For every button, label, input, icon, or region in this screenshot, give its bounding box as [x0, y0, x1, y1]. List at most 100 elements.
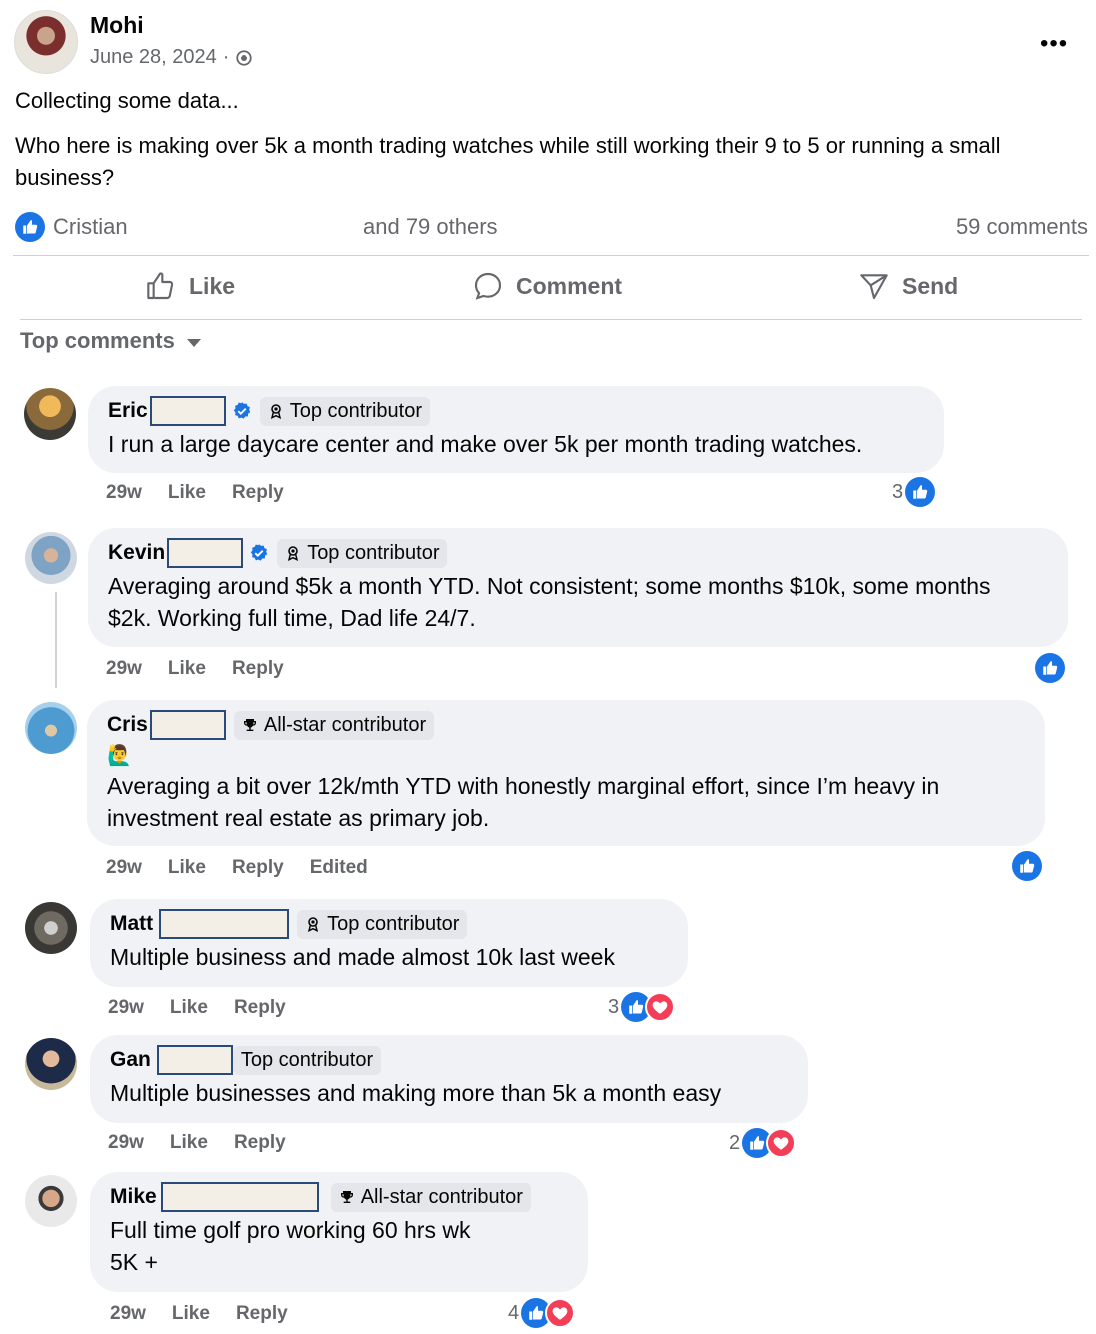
- comment-edited-label[interactable]: Edited: [310, 857, 368, 879]
- meta-separator: ·: [222, 46, 230, 68]
- comment-like-button[interactable]: Like: [168, 857, 206, 879]
- like-label: Like: [189, 272, 236, 299]
- comment-header: Gan Top contributor: [110, 1045, 788, 1075]
- verified-badge-icon: [233, 402, 250, 419]
- comment-like-button[interactable]: Like: [170, 1132, 208, 1154]
- comment-time[interactable]: 29w: [108, 1132, 144, 1154]
- comment-time[interactable]: 29w: [106, 482, 142, 504]
- comment-like-button[interactable]: Like: [170, 997, 208, 1019]
- comment-like-button[interactable]: Like: [168, 658, 206, 680]
- comment-actions: 29w Like Reply: [106, 658, 284, 680]
- comment-time[interactable]: 29w: [108, 997, 144, 1019]
- post-meta: June 28, 2024 ·: [90, 46, 253, 69]
- comment-text-line2: 5K +: [110, 1249, 158, 1275]
- contributor-badge[interactable]: All-star contributor: [233, 710, 435, 740]
- comment-actions: 29w Like Reply: [108, 1132, 286, 1154]
- commenter-avatar[interactable]: [25, 1175, 77, 1227]
- contributor-badge[interactable]: All-star contributor: [330, 1182, 531, 1212]
- comment-text: Multiple businesses and making more than…: [110, 1080, 722, 1106]
- comment-bubble: Kevin Top contributor Averaging around $…: [88, 528, 1068, 647]
- redacted-surname: [160, 1182, 319, 1212]
- comment-time[interactable]: 29w: [110, 1303, 146, 1325]
- ribbon-icon: [285, 545, 301, 561]
- redacted-surname: [159, 909, 290, 939]
- reactions-summary[interactable]: Cristian: [15, 212, 128, 242]
- commenter-name[interactable]: Matt: [110, 912, 153, 936]
- send-button[interactable]: Send: [858, 270, 958, 302]
- comment-reactions[interactable]: 4: [508, 1298, 576, 1328]
- comment-sort-dropdown[interactable]: Top comments: [20, 328, 201, 354]
- commenter-name[interactable]: Kevin: [108, 541, 165, 565]
- author-avatar[interactable]: [14, 10, 78, 74]
- comment-time[interactable]: 29w: [106, 658, 142, 680]
- commenter-avatar[interactable]: [25, 702, 77, 754]
- commenter-avatar[interactable]: [25, 902, 77, 954]
- comments-count[interactable]: 59 comments: [956, 214, 1088, 240]
- comment-text: I run a large daycare center and make ov…: [108, 431, 863, 457]
- comment-like-button[interactable]: Like: [172, 1303, 210, 1325]
- redacted-surname: [149, 396, 226, 426]
- comment-reply-button[interactable]: Reply: [232, 857, 284, 879]
- commenter-avatar[interactable]: [25, 532, 77, 584]
- comment-reply-button[interactable]: Reply: [234, 997, 286, 1019]
- contributor-badge[interactable]: Top contributor: [232, 1045, 382, 1075]
- love-reaction-icon: [645, 992, 676, 1022]
- reactions-row: Cristian and 79 others 59 comments: [15, 212, 1088, 244]
- comment-reactions[interactable]: 2: [729, 1128, 797, 1158]
- badge-label: Top contributor: [289, 399, 422, 422]
- comment-reactions[interactable]: [1012, 851, 1042, 881]
- more-options-icon[interactable]: •••: [1040, 30, 1068, 58]
- commenter-avatar[interactable]: [25, 1038, 77, 1090]
- post-author[interactable]: Mohi: [90, 12, 144, 39]
- ribbon-icon: [305, 916, 321, 932]
- comment-reply-button[interactable]: Reply: [232, 658, 284, 680]
- like-reaction-icon: [1012, 851, 1042, 881]
- comment-header: Cris All-star contributor: [107, 710, 1025, 740]
- comment-actions: 29w Like Reply: [110, 1303, 288, 1325]
- reactor-name: Cristian: [53, 214, 128, 239]
- reactors-others[interactable]: and 79 others: [363, 214, 498, 240]
- trophy-icon: [339, 1189, 355, 1205]
- ribbon-icon: [268, 403, 284, 419]
- contributor-badge[interactable]: Top contributor: [259, 396, 430, 426]
- comment-header: Kevin Top contributor: [108, 538, 1048, 568]
- commenter-name[interactable]: Eric: [108, 399, 148, 423]
- comment-bubble: Eric Top contributor I run a large dayca…: [88, 386, 944, 473]
- commenter-name[interactable]: Cris: [107, 713, 148, 737]
- badge-label: All-star contributor: [263, 713, 427, 736]
- like-icon: [147, 272, 174, 300]
- audience-icon: [236, 49, 253, 66]
- comment-header: Mike All-star contributor: [110, 1182, 568, 1212]
- comment-reply-button[interactable]: Reply: [232, 482, 284, 504]
- badge-label: Top contributor: [307, 541, 440, 564]
- comment-time[interactable]: 29w: [106, 857, 142, 879]
- commenter-name[interactable]: Gan: [110, 1048, 151, 1072]
- trophy-icon: [242, 717, 258, 733]
- like-reaction-icon: [905, 477, 936, 507]
- send-icon: [860, 274, 888, 300]
- like-button[interactable]: Like: [145, 270, 235, 302]
- comment-button[interactable]: Comment: [472, 270, 622, 302]
- divider: [20, 319, 1082, 320]
- comment-reply-button[interactable]: Reply: [234, 1132, 286, 1154]
- commenter-avatar[interactable]: [24, 388, 76, 440]
- comment-bubble: Gan Top contributor Multiple businesses …: [90, 1035, 808, 1123]
- thread-line: [55, 592, 57, 688]
- comment-reactions[interactable]: 3: [608, 992, 676, 1022]
- comment-reactions[interactable]: [1035, 653, 1065, 683]
- comment-bubble: Cris All-star contributor 🙋‍♂️ Averaging…: [87, 700, 1045, 846]
- comment-like-button[interactable]: Like: [168, 482, 206, 504]
- badge-label: Top contributor: [327, 912, 460, 935]
- send-label: Send: [902, 272, 959, 299]
- badge-label: Top contributor: [240, 1048, 374, 1071]
- commenter-name[interactable]: Mike: [110, 1185, 157, 1209]
- comment-bubble: Mike All-star contributor Full time golf…: [90, 1172, 588, 1292]
- contributor-badge[interactable]: Top contributor: [297, 909, 468, 939]
- redacted-surname: [156, 1045, 233, 1075]
- comment-reply-button[interactable]: Reply: [236, 1303, 288, 1325]
- post-date[interactable]: June 28, 2024: [90, 46, 217, 69]
- comment-actions: 29w Like Reply Edited: [106, 857, 368, 879]
- post-text-body: Who here is making over 5k a month tradi…: [15, 133, 1001, 190]
- comment-reactions[interactable]: 3: [892, 477, 936, 507]
- contributor-badge[interactable]: Top contributor: [277, 538, 448, 568]
